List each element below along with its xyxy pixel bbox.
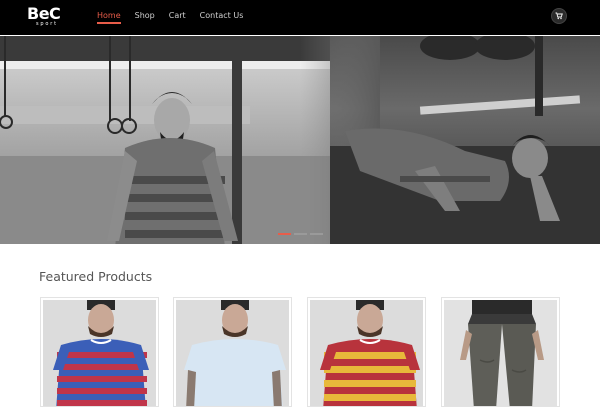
main-nav: Home Shop Cart Contact Us	[97, 0, 257, 35]
nav-contact-us[interactable]: Contact Us	[200, 0, 244, 35]
slide-dot-2[interactable]	[294, 233, 307, 235]
product-card-2[interactable]	[173, 297, 292, 407]
brand-logo[interactable]: BeC sport	[27, 5, 63, 31]
brand-tagline: sport	[36, 21, 58, 27]
slider-indicators	[278, 233, 323, 235]
nav-home[interactable]: Home	[97, 0, 121, 35]
cart-button[interactable]	[551, 8, 567, 24]
shopping-cart-icon	[555, 12, 563, 20]
product-card-4[interactable]	[441, 297, 560, 407]
top-navbar: BeC sport Home Shop Cart Contact Us	[0, 0, 600, 35]
product-image	[310, 300, 423, 406]
product-image	[444, 300, 557, 406]
product-image	[43, 300, 156, 406]
nav-cart[interactable]: Cart	[169, 0, 186, 35]
product-image	[176, 300, 289, 406]
slide-dot-1[interactable]	[278, 233, 291, 235]
nav-shop[interactable]: Shop	[135, 0, 155, 35]
hero-slider[interactable]	[0, 36, 600, 244]
product-card-1[interactable]	[40, 297, 159, 407]
slide-dot-3[interactable]	[310, 233, 323, 235]
featured-products-heading: Featured Products	[39, 269, 153, 284]
product-card-3[interactable]	[307, 297, 426, 407]
hero-image	[0, 36, 600, 244]
